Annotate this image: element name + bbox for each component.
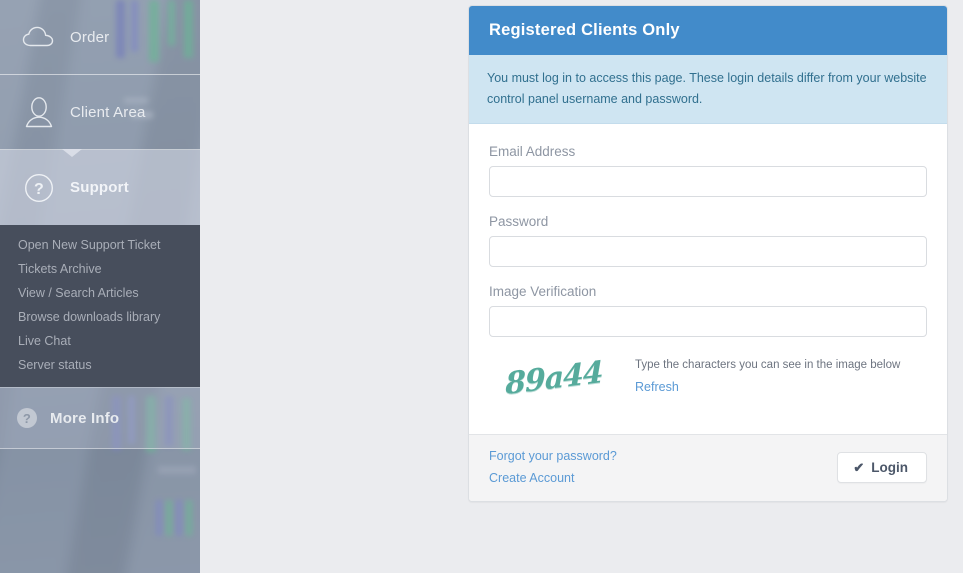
check-icon: ✔	[853, 460, 865, 476]
submenu-item-open-new-support-ticket[interactable]: Open New Support Ticket	[0, 233, 200, 257]
captcha-image-text: 89a44	[505, 354, 603, 402]
login-card: Registered Clients Only You must log in …	[468, 5, 948, 503]
forgot-password-link[interactable]: Forgot your password?	[489, 449, 617, 463]
submenu-item-view-search-articles[interactable]: View / Search Articles	[0, 281, 200, 305]
sidebar-item-label: Client Area	[70, 103, 146, 121]
captcha-input[interactable]	[489, 306, 927, 338]
login-button[interactable]: ✔ Login	[837, 452, 927, 484]
cloud-icon	[22, 20, 56, 54]
sidebar: Order Client Area ? Support Open New Sup…	[0, 0, 200, 573]
page-root: Order Client Area ? Support Open New Sup…	[0, 0, 963, 573]
sidebar-item-order[interactable]: Order	[0, 0, 200, 75]
sidebar-item-support[interactable]: ? Support	[0, 149, 200, 225]
sidebar-item-label: Order	[70, 28, 110, 46]
help-badge-icon: ?	[14, 405, 40, 431]
captcha-row: 89a44 Type the characters you can see in…	[489, 354, 927, 420]
login-footer: Forgot your password? Create Account ✔ L…	[469, 434, 947, 502]
sidebar-item-more-info[interactable]: ? More Info	[0, 387, 200, 449]
email-label: Email Address	[489, 144, 576, 160]
svg-text:?: ?	[34, 181, 44, 198]
submenu-item-live-chat[interactable]: Live Chat	[0, 329, 200, 353]
sidebar-item-label: More Info	[50, 409, 120, 427]
submenu-item-tickets-archive[interactable]: Tickets Archive	[0, 257, 200, 281]
svg-text:?: ?	[23, 411, 31, 426]
question-circle-icon: ?	[22, 171, 56, 205]
captcha-help: Type the characters you can see in the i…	[635, 354, 900, 396]
login-form: Email Address Password Image Verificatio…	[469, 124, 947, 435]
sidebar-item-client-area[interactable]: Client Area	[0, 75, 200, 150]
password-label: Password	[489, 214, 549, 230]
active-caret-icon	[62, 149, 82, 157]
password-input[interactable]	[489, 236, 927, 268]
captcha-hint: Type the characters you can see in the i…	[635, 359, 901, 372]
sidebar-nav: Order Client Area ? Support Open New Sup…	[0, 0, 200, 573]
login-button-label: Login	[871, 460, 908, 476]
main-content: Registered Clients Only You must log in …	[200, 0, 963, 573]
submenu-item-browse-downloads-library[interactable]: Browse downloads library	[0, 305, 200, 329]
user-icon	[22, 95, 56, 129]
captcha-image: 89a44	[489, 354, 619, 402]
create-account-link[interactable]: Create Account	[489, 471, 617, 485]
captcha-label: Image Verification	[489, 284, 597, 300]
submenu-item-server-status[interactable]: Server status	[0, 353, 200, 377]
captcha-refresh-link[interactable]: Refresh	[635, 380, 679, 394]
login-notice: You must log in to access this page. The…	[469, 55, 947, 125]
email-input[interactable]	[489, 166, 927, 198]
footer-links: Forgot your password? Create Account	[489, 449, 617, 485]
support-submenu: Open New Support Ticket Tickets Archive …	[0, 225, 200, 387]
sidebar-item-label: Support	[70, 179, 129, 196]
card-title: Registered Clients Only	[469, 6, 947, 55]
